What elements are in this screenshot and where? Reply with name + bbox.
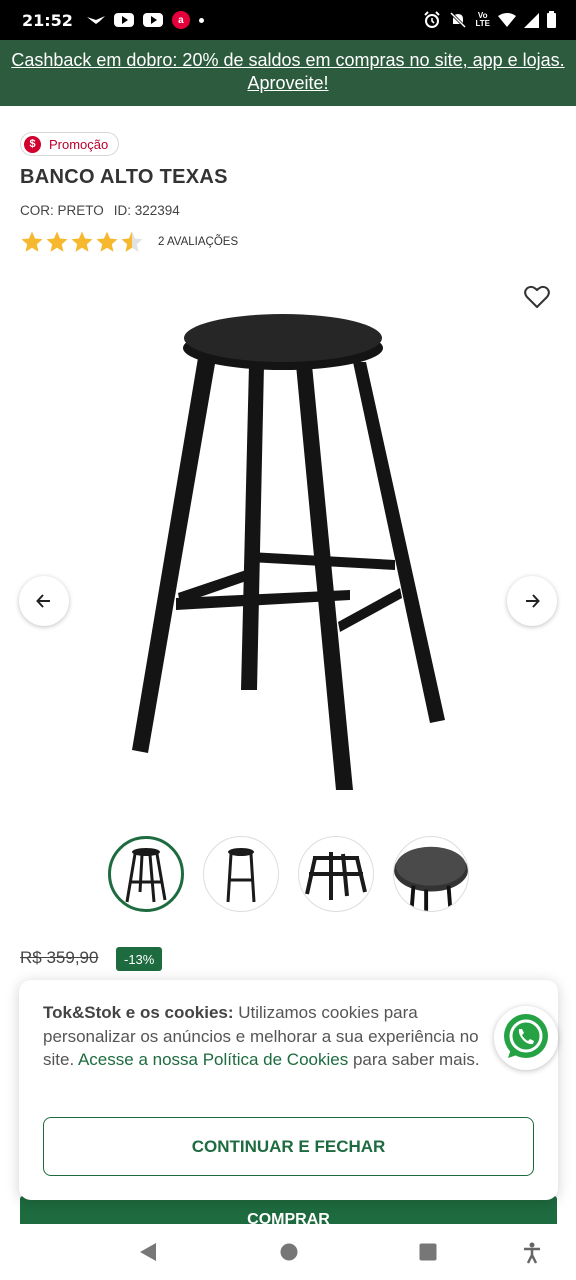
accessibility-icon[interactable] xyxy=(522,1242,542,1269)
rating-count-link[interactable]: 2 AVALIAÇÕES xyxy=(158,236,238,248)
dollar-icon: $ xyxy=(24,135,41,153)
system-navigation-bar xyxy=(0,1224,576,1280)
cookie-text: Tok&Stok e os cookies: Utilizamos cookie… xyxy=(43,1003,480,1069)
wifi-icon xyxy=(498,13,516,27)
cookie-policy-link[interactable]: Acesse a nossa Política de Cookies xyxy=(78,1050,348,1069)
continue-and-close-button[interactable]: CONTINUAR E FECHAR xyxy=(43,1117,534,1176)
thumbnail-4[interactable] xyxy=(393,836,469,912)
star-icon xyxy=(46,231,68,252)
recents-icon[interactable] xyxy=(418,1242,438,1267)
youtube-icon xyxy=(113,13,134,27)
product-id: ID: 322394 xyxy=(113,203,180,218)
status-time: 21:52 xyxy=(22,10,73,30)
thumbnail-1[interactable] xyxy=(108,836,184,912)
half-star-icon xyxy=(121,231,143,252)
back-icon[interactable] xyxy=(138,1242,158,1267)
alarm-icon xyxy=(423,11,441,29)
thumbnail-2[interactable] xyxy=(203,836,279,912)
cookie-brand-lead: Tok&Stok e os cookies: xyxy=(43,1003,234,1022)
promo-banner-link[interactable]: Cashback em dobro: 20% de saldos em comp… xyxy=(0,40,576,106)
app-notification-icon: a xyxy=(171,11,190,29)
status-bar: 21:52 a Vo LTE xyxy=(0,0,576,40)
more-notifications-dot xyxy=(198,17,204,23)
network-type-icon: Vo LTE xyxy=(475,11,490,28)
promotion-badge-label: Promoção xyxy=(49,136,109,152)
youtube-icon-2 xyxy=(142,13,163,27)
home-icon[interactable] xyxy=(279,1242,299,1267)
battery-icon xyxy=(547,10,556,28)
next-image-button[interactable] xyxy=(507,576,557,626)
heart-icon xyxy=(524,285,550,308)
rating-stars xyxy=(20,230,144,254)
whatsapp-button[interactable] xyxy=(494,1006,558,1070)
product-title: BANCO ALTO TEXAS xyxy=(20,166,228,188)
favorite-button[interactable] xyxy=(522,282,552,312)
product-color: COR: PRETO xyxy=(20,203,104,218)
discount-badge: -13% xyxy=(116,947,163,971)
product-image[interactable] xyxy=(110,300,466,800)
previous-image-button[interactable] xyxy=(19,576,69,626)
star-icon xyxy=(71,231,93,252)
bird-app-icon xyxy=(86,15,105,25)
arrow-left-icon xyxy=(36,594,50,608)
arrow-right-icon xyxy=(526,594,540,608)
promotion-badge: $ Promoção xyxy=(20,132,120,156)
image-thumbnails xyxy=(108,836,469,912)
thumbnail-3[interactable] xyxy=(298,836,374,912)
star-icon xyxy=(96,231,118,252)
cookie-consent-card: Tok&Stok e os cookies: Utilizamos cookie… xyxy=(19,980,558,1200)
star-icon xyxy=(21,231,43,252)
whatsapp-icon xyxy=(504,1014,548,1058)
old-price: R$ 359,90 xyxy=(20,948,99,967)
product-rating[interactable]: 2 AVALIAÇÕES xyxy=(20,230,238,254)
product-meta: COR: PRETO ID: 322394 xyxy=(20,203,180,218)
signal-icon xyxy=(524,12,539,28)
mute-icon xyxy=(449,11,467,29)
